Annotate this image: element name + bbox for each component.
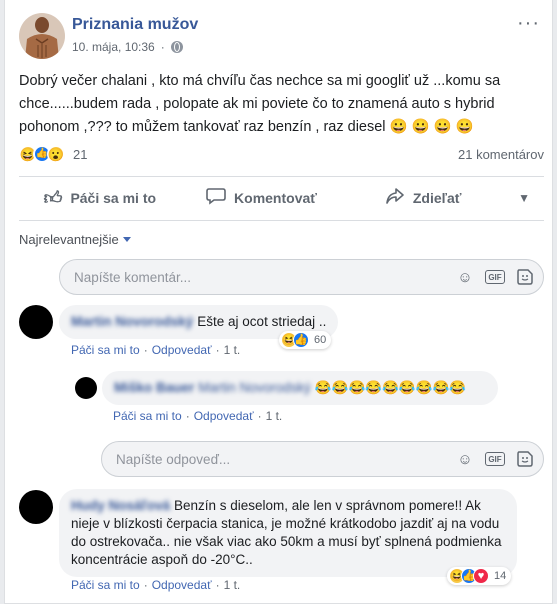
reactions-summary: 😆 👍 😮 21 21 komentárov <box>19 143 544 165</box>
comment-text: Ešte aj ocot striedaj .. <box>197 314 327 329</box>
post-meta: 10. mája, 10:36 · <box>72 40 183 54</box>
comment-input[interactable] <box>74 269 455 285</box>
comment-author[interactable]: Martin Novorodský <box>71 314 193 329</box>
sticker-icon[interactable] <box>515 267 535 287</box>
comment-composer: ☺ GIF <box>59 259 544 295</box>
emoji-icon[interactable]: ☺ <box>455 267 475 287</box>
reply-actions: Páči sa mi to · Odpovedať · 1 t. <box>113 409 283 423</box>
post-text: Dobrý večer chalani , kto má chvíľu čas … <box>19 73 501 135</box>
like-button[interactable]: 👍︎ Páči sa mi to <box>19 187 181 209</box>
share-button[interactable]: Zdieľať <box>342 187 504 210</box>
reactions-count: 21 <box>73 146 88 162</box>
sort-label: Najrelevantnejšie <box>19 232 119 247</box>
comment-sort-selector[interactable]: Najrelevantnejšie <box>19 232 131 247</box>
wow-reaction-icon: 😮 <box>47 145 65 163</box>
sort-caret-icon <box>122 237 131 242</box>
gif-icon[interactable]: GIF <box>485 270 505 284</box>
comment-time[interactable]: 1 t. <box>224 578 241 592</box>
reply-input[interactable] <box>116 451 455 467</box>
action-bar: 👍︎ Páči sa mi to Komentovať Zdieľať ▼ <box>19 176 544 220</box>
comment-avatar[interactable] <box>19 490 53 524</box>
sticker-icon[interactable] <box>515 449 535 469</box>
reply-text: 😂😂😂😂😂😂😂😂😂 <box>314 380 467 395</box>
comment-reactions[interactable]: 😆 👍 ♥ 14 <box>447 567 512 585</box>
reply-author[interactable]: Miško Bauer <box>114 380 194 395</box>
divider-bottom <box>19 220 544 221</box>
share-options-caret-icon[interactable]: ▼ <box>504 191 544 205</box>
comment-like-link[interactable]: Páči sa mi to <box>71 578 140 592</box>
share-arrow-icon <box>385 187 405 210</box>
reply-bubble: Miško Bauer Martin Novorodský 😂😂😂😂😂😂😂😂😂 <box>102 371 498 405</box>
reactions-left[interactable]: 😆 👍 😮 21 <box>19 145 87 163</box>
more-options-icon[interactable]: ··· <box>517 12 540 35</box>
comment-avatar[interactable] <box>19 305 53 339</box>
comment-label: Komentovať <box>234 190 317 206</box>
comment-actions: Páči sa mi to · Odpovedať · 1 t. <box>71 578 241 592</box>
comment-reply-link[interactable]: Odpovedať <box>152 343 212 357</box>
like-label: Páči sa mi to <box>70 190 157 206</box>
comment-time[interactable]: 1 t. <box>224 343 241 357</box>
page-avatar[interactable] <box>19 13 65 59</box>
comment-reaction-count: 60 <box>314 334 327 346</box>
globe-icon[interactable] <box>170 41 183 53</box>
reply-time[interactable]: 1 t. <box>266 409 283 423</box>
reply-avatar[interactable] <box>75 377 97 399</box>
page-name[interactable]: Priznania mužov <box>72 16 198 34</box>
reply-composer: ☺ GIF <box>101 441 544 477</box>
love-reaction-icon: ♥ <box>473 568 489 584</box>
comment-actions: Páči sa mi to · Odpovedať · 1 t. <box>71 343 241 357</box>
comments-count[interactable]: 21 komentárov <box>458 147 544 162</box>
post-date[interactable]: 10. mája, 10:36 <box>72 40 155 54</box>
reply-like-link[interactable]: Páči sa mi to <box>113 409 182 423</box>
page-avatar-image <box>19 13 65 59</box>
comment-bubble: Hudy Nosáľová Benzín s dieselom, ale len … <box>59 489 517 577</box>
reply-mention[interactable]: Martin Novorodský <box>198 380 311 395</box>
speech-bubble-icon <box>206 187 226 210</box>
comment-reaction-count: 14 <box>494 570 507 582</box>
comment-reactions[interactable]: 😆 👍 60 <box>279 331 332 349</box>
gif-icon[interactable]: GIF <box>485 452 505 466</box>
thumbs-up-icon: 👍︎ <box>43 188 63 208</box>
like-reaction-icon: 👍 <box>293 332 309 348</box>
comment-reply-link[interactable]: Odpovedať <box>152 578 212 592</box>
reply-reply-link[interactable]: Odpovedať <box>194 409 254 423</box>
reaction-icons: 😆 👍 😮 <box>19 145 65 163</box>
post-card: Priznania mužov 10. mája, 10:36 · ··· Do… <box>4 0 553 604</box>
emoji-icon[interactable]: ☺ <box>455 449 475 469</box>
share-label: Zdieľať <box>412 190 462 206</box>
comment-author[interactable]: Hudy Nosáľová <box>71 498 170 513</box>
comment-button[interactable]: Komentovať <box>181 187 343 210</box>
comment-like-link[interactable]: Páči sa mi to <box>71 343 140 357</box>
